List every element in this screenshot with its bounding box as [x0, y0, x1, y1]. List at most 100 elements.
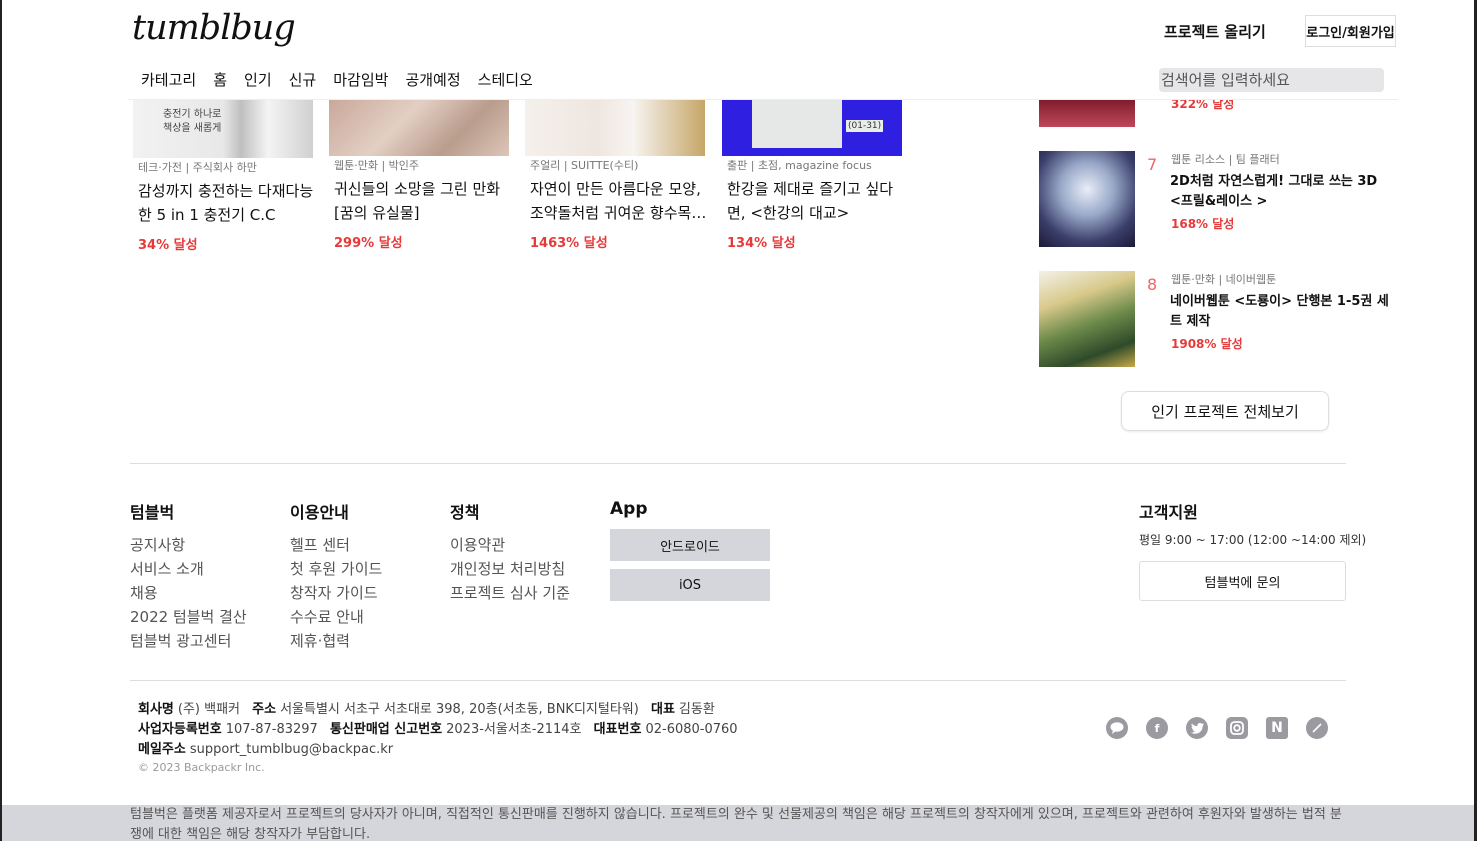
site-header: tumblbug 프로젝트 올리기 로그인/회원가입 카테고리 홈 인기 신규 … [128, 0, 1398, 100]
company-email[interactable]: support_tumblbug@backpac.kr [190, 742, 393, 757]
project-card[interactable]: 충전기 하나로 책상을 새롭게 테크·가전 | 주식회사 하만 감성까지 충전하… [133, 100, 313, 253]
nav-item-category[interactable]: 카테고리 [141, 69, 196, 90]
project-card[interactable]: (01-31) 출판 | 초점, magazine focus 한강을 제대로 … [722, 100, 902, 251]
project-thumbnail [525, 100, 705, 156]
project-category: 테크·가전 | 주식회사 하만 [138, 161, 257, 174]
funding-rate: 168% 달성 [1171, 217, 1235, 231]
business-number: 107-87-83297 [225, 722, 318, 737]
view-all-popular-button[interactable]: 인기 프로젝트 전체보기 [1121, 391, 1329, 431]
twitter-icon[interactable] [1186, 717, 1208, 739]
phone-number: 02-6080-0760 [645, 722, 738, 737]
rank-number: 7 [1147, 155, 1158, 174]
project-category: 출판 | 초점, magazine focus [727, 159, 872, 172]
ranking-thumbnail[interactable] [1039, 151, 1135, 247]
funding-rate: 299% 달성 [334, 236, 403, 251]
company-name: (주) 백패커 [177, 702, 241, 717]
funding-rate: 34% 달성 [138, 238, 198, 253]
ranking-title[interactable]: 2D처럼 자연스럽게! 그대로 쓰는 3D <프릴&레이스 > [1170, 172, 1390, 212]
facebook-icon[interactable]: f [1146, 717, 1168, 739]
footer-column-guide: 이용안내 헬프 센터 첫 후원 가이드 창작자 가이드 수수료 안내 제휴·협력 [290, 499, 382, 653]
footer-link-creator-guide[interactable]: 창작자 가이드 [290, 581, 382, 605]
phone-label: 대표번호 [593, 722, 642, 737]
project-title[interactable]: 감성까지 충전하는 다재다능한 5 in 1 충전기 C.C [138, 179, 318, 227]
support-hours: 평일 9:00 ~ 17:00 (12:00 ~14:00 제외) [1139, 533, 1367, 547]
funding-rate: 134% 달성 [727, 236, 796, 251]
login-signup-button[interactable]: 로그인/회원가입 [1305, 15, 1396, 47]
company-ceo-label: 대표 [650, 702, 675, 717]
footer-column-app: App 안드로이드 iOS [610, 499, 770, 609]
funding-rate: 1908% 달성 [1171, 337, 1243, 351]
brunch-icon[interactable] [1306, 717, 1328, 739]
kakao-icon[interactable] [1106, 717, 1128, 739]
company-info: 회사명 (주) 백패커 주소 서울특별시 서초구 서초대로 398, 20층(서초동… [138, 700, 738, 776]
footer-column-title: 고객지원 [1139, 503, 1198, 522]
footer-column-title: 이용안내 [290, 503, 349, 522]
footer-link-2022-review[interactable]: 2022 텀블벅 결산 [130, 605, 247, 629]
project-card[interactable]: 주얼리 | SUITTE(수티) 자연이 만든 아름다운 모양, 조약돌처럼 귀… [525, 100, 706, 251]
project-category: 주얼리 | SUITTE(수티) [530, 159, 639, 172]
project-category: 웹툰·만화 | 박인주 [334, 159, 420, 172]
ranking-category: 웹툰 리소스 | 팀 플래터 [1171, 153, 1280, 166]
footer-link-review-criteria[interactable]: 프로젝트 심사 기준 [450, 581, 570, 605]
nav-item-closing-soon[interactable]: 마감임박 [333, 69, 388, 90]
footer-divider [130, 463, 1346, 464]
android-app-button[interactable]: 안드로이드 [610, 529, 770, 561]
window-edge-left [0, 0, 2, 841]
project-thumbnail: 충전기 하나로 책상을 새롭게 [133, 100, 313, 158]
footer-link-about[interactable]: 서비스 소개 [130, 557, 247, 581]
company-address: 서울특별시 서초구 서초대로 398, 20층(서초동, BNK디지털타워) [280, 702, 639, 717]
rank-number: 8 [1147, 275, 1158, 294]
business-number-label: 사업자등록번호 [138, 722, 222, 737]
funding-rate: 1463% 달성 [530, 236, 608, 251]
footer-link-terms[interactable]: 이용약관 [450, 533, 570, 557]
instagram-icon[interactable] [1226, 717, 1248, 739]
company-ceo: 김동환 [678, 702, 715, 717]
footer-link-privacy[interactable]: 개인정보 처리방침 [450, 557, 570, 581]
nav-item-studio[interactable]: 스테디오 [478, 69, 533, 90]
project-thumbnail: (01-31) [722, 100, 902, 156]
nav-item-home[interactable]: 홈 [213, 69, 227, 90]
contact-support-button[interactable]: 텀블벅에 문의 [1139, 561, 1346, 601]
footer-column-title: 텀블벅 [130, 503, 175, 522]
ios-app-button[interactable]: iOS [610, 569, 770, 601]
project-title[interactable]: 귀신들의 소망을 그린 만화 [꿈의 유실물] [334, 177, 514, 225]
tumblbug-logo[interactable]: tumblbug [132, 8, 296, 48]
footer-link-first-backing-guide[interactable]: 첫 후원 가이드 [290, 557, 382, 581]
project-title[interactable]: 자연이 만든 아름다운 모양, 조약돌처럼 귀여운 향수목… [530, 177, 710, 225]
naver-icon[interactable]: N [1266, 717, 1288, 739]
ranking-title[interactable]: 네이버웹툰 <도룡이> 단행본 1-5권 세트 제작 [1170, 292, 1390, 332]
footer-link-help-center[interactable]: 헬프 센터 [290, 533, 382, 557]
ranking-category: 웹툰·만화 | 네이버웹툰 [1171, 273, 1277, 286]
email-label: 메일주소 [138, 742, 186, 757]
nav-item-new[interactable]: 신규 [289, 69, 317, 90]
footer-column-title: 정책 [450, 503, 480, 522]
mail-order-number: 2023-서울서초-2114호 [446, 722, 582, 737]
book-mockup [752, 100, 842, 148]
footer-link-partnership[interactable]: 제휴·협력 [290, 629, 382, 653]
thumbnail-caption: (01-31) [846, 120, 884, 132]
disclaimer-bar: 텀블벅은 플랫폼 제공자로서 프로젝트의 당사자가 아니며, 직접적인 통신판매… [2, 805, 1474, 841]
company-name-label: 회사명 [138, 702, 174, 717]
upload-project-button[interactable]: 프로젝트 올리기 [1164, 21, 1266, 42]
mail-order-label: 통신판매업 신고번호 [329, 722, 443, 737]
footer-link-notice[interactable]: 공지사항 [130, 533, 247, 557]
thumbnail-caption: 충전기 하나로 책상을 새롭게 [163, 109, 222, 134]
footer-column-support: 고객지원 평일 9:00 ~ 17:00 (12:00 ~14:00 제외) 텀… [1139, 499, 1366, 601]
footer-link-ad-center[interactable]: 텀블벅 광고센터 [130, 629, 247, 653]
disclaimer-text: 텀블벅은 플랫폼 제공자로서 프로젝트의 당사자가 아니며, 직접적인 통신판매… [130, 807, 1342, 841]
company-address-label: 주소 [252, 702, 277, 717]
nav-item-popular[interactable]: 인기 [244, 69, 272, 90]
footer-column-policy: 정책 이용약관 개인정보 처리방침 프로젝트 심사 기준 [450, 499, 570, 605]
footer-link-fees[interactable]: 수수료 안내 [290, 605, 382, 629]
project-title[interactable]: 한강을 제대로 즐기고 싶다면, <한강의 대교> [727, 177, 907, 225]
search-input[interactable] [1159, 68, 1384, 92]
social-links: f N [1106, 717, 1328, 739]
nav-item-upcoming[interactable]: 공개예정 [405, 69, 460, 90]
footer-column-tumblbug: 텀블벅 공지사항 서비스 소개 채용 2022 텀블벅 결산 텀블벅 광고센터 [130, 499, 247, 653]
project-card[interactable]: 웹툰·만화 | 박인주 귀신들의 소망을 그린 만화 [꿈의 유실물] 299%… [329, 100, 509, 251]
ranking-thumbnail[interactable] [1039, 271, 1135, 367]
footer-link-careers[interactable]: 채용 [130, 581, 247, 605]
copyright: © 2023 Backpackr Inc. [138, 761, 265, 774]
footer-column-title: App [610, 499, 648, 519]
project-thumbnail [329, 100, 509, 156]
